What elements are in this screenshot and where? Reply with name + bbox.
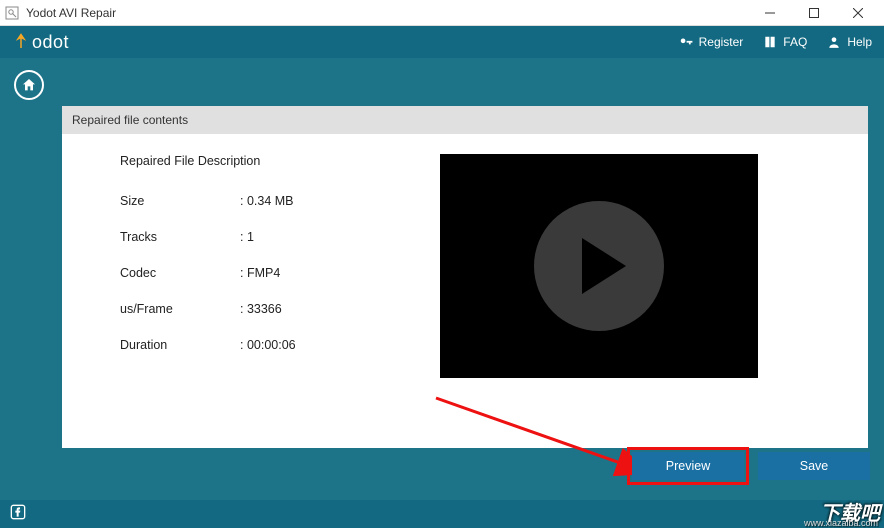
logo: odot [12,32,69,53]
logo-text: odot [32,32,69,52]
results-panel: Repaired file contents Repaired File Des… [62,106,868,448]
usframe-label: us/Frame [120,302,240,316]
book-icon [763,35,777,49]
file-description: Repaired File Description Size : 0.34 MB… [120,154,400,378]
person-icon [827,35,841,49]
preview-button[interactable]: Preview [632,452,744,480]
help-label: Help [847,35,872,49]
footer-bar [0,500,884,528]
size-label: Size [120,194,240,208]
logo-mark-icon [12,33,30,51]
play-icon [534,201,664,331]
save-button[interactable]: Save [758,452,870,480]
size-value: : 0.34 MB [240,194,294,208]
faq-label: FAQ [783,35,807,49]
app-header: odot Register FAQ Help [0,26,884,58]
register-label: Register [699,35,744,49]
duration-label: Duration [120,338,240,352]
close-button[interactable] [836,0,880,26]
app-icon [4,5,20,21]
action-buttons: Preview Save [632,452,870,480]
window-titlebar: Yodot AVI Repair [0,0,884,26]
tracks-value: : 1 [240,230,254,244]
key-icon [679,35,693,49]
description-title: Repaired File Description [120,154,400,168]
register-link[interactable]: Register [679,35,744,49]
usframe-value: : 33366 [240,302,282,316]
window-title: Yodot AVI Repair [26,6,748,20]
help-link[interactable]: Help [827,35,872,49]
main-area: Repaired file contents Repaired File Des… [0,58,884,528]
codec-value: : FMP4 [240,266,280,280]
tracks-label: Tracks [120,230,240,244]
field-usframe: us/Frame : 33366 [120,302,400,316]
panel-header: Repaired file contents [62,106,868,134]
faq-link[interactable]: FAQ [763,35,807,49]
video-preview[interactable] [440,154,758,378]
field-size: Size : 0.34 MB [120,194,400,208]
field-duration: Duration : 00:00:06 [120,338,400,352]
duration-value: : 00:00:06 [240,338,296,352]
field-codec: Codec : FMP4 [120,266,400,280]
home-button[interactable] [14,70,44,100]
minimize-button[interactable] [748,0,792,26]
facebook-icon[interactable] [10,504,26,525]
home-icon [21,77,37,93]
codec-label: Codec [120,266,240,280]
maximize-button[interactable] [792,0,836,26]
field-tracks: Tracks : 1 [120,230,400,244]
